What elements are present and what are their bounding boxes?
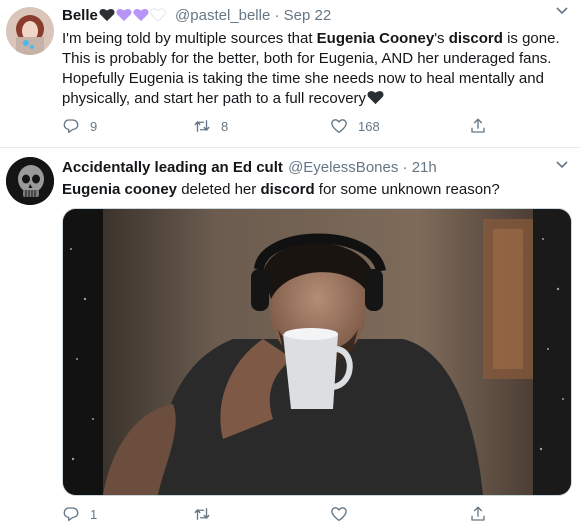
text-bold: Eugenia cooney (62, 181, 178, 198)
white-heart-icon (149, 8, 166, 22)
handle[interactable]: @pastel_belle (175, 7, 270, 24)
tweet-1[interactable]: Belle @pastel_belle · Sep 22 I'm being t… (0, 0, 580, 147)
reply-count: 9 (90, 118, 98, 134)
tweet-2[interactable]: Accidentally leading an Ed cult @Eyeless… (0, 148, 580, 528)
chevron-down-icon[interactable] (555, 4, 569, 18)
timestamp[interactable]: 21h (412, 159, 437, 176)
share-icon (471, 506, 485, 521)
text-bold: discord (448, 30, 503, 47)
display-name[interactable]: Accidentally leading an Ed cult (62, 159, 283, 176)
text-bold: discord (260, 181, 315, 198)
avatar[interactable] (6, 157, 54, 205)
purple-heart-icon (133, 8, 149, 22)
heart-icon (331, 119, 347, 134)
display-name[interactable]: Belle (62, 7, 98, 24)
text-bold: Eugenia Cooney (316, 30, 435, 47)
retweet-icon (194, 120, 210, 132)
share-button[interactable] (469, 117, 487, 135)
black-heart-icon (99, 8, 115, 22)
reply-button[interactable]: 1 (62, 505, 97, 523)
chevron-down-icon[interactable] (555, 158, 569, 172)
share-button[interactable] (469, 505, 487, 523)
reply-button[interactable]: 9 (62, 117, 97, 135)
handle[interactable]: @EyelessBones (288, 159, 398, 176)
skull-icon (6, 157, 54, 205)
retweet-button[interactable]: 8 (193, 117, 228, 135)
tweet-text: Eugenia cooney deleted her discord for s… (62, 180, 562, 200)
like-count: 168 (358, 118, 380, 134)
tweet-header: Accidentally leading an Ed cult @Eyeless… (62, 158, 437, 178)
like-button[interactable]: 168 (330, 117, 380, 135)
tweet-actions: 1 (62, 505, 562, 529)
retweet-count: 8 (221, 118, 229, 134)
black-heart-icon (367, 91, 384, 105)
separator: · (398, 159, 412, 176)
reply-icon (63, 119, 79, 134)
tweet-media-image[interactable] (62, 208, 572, 496)
retweet-icon (194, 508, 210, 520)
tweet-actions: 9 8 168 (62, 117, 562, 141)
reply-count: 1 (90, 506, 98, 522)
timestamp[interactable]: Sep 22 (284, 7, 332, 24)
name-emoji (99, 7, 166, 22)
like-button[interactable] (330, 505, 358, 523)
tweet-text: I'm being told by multiple sources that … (62, 29, 562, 109)
text-segment: for some unknown reason? (314, 181, 500, 198)
heart-icon (331, 507, 347, 522)
reply-icon (63, 507, 79, 522)
text-segment: deleted her (177, 181, 261, 198)
text-segment: 's (434, 30, 449, 47)
purple-heart-icon (116, 8, 132, 22)
tweet-header: Belle @pastel_belle · Sep 22 (62, 6, 331, 26)
share-icon (471, 118, 485, 133)
retweet-button[interactable] (193, 505, 221, 523)
separator: · (270, 7, 284, 24)
text-segment: I'm being told by multiple sources that (62, 30, 317, 47)
video-still-man-drinking-from-mug (63, 209, 571, 495)
avatar[interactable] (6, 7, 54, 55)
